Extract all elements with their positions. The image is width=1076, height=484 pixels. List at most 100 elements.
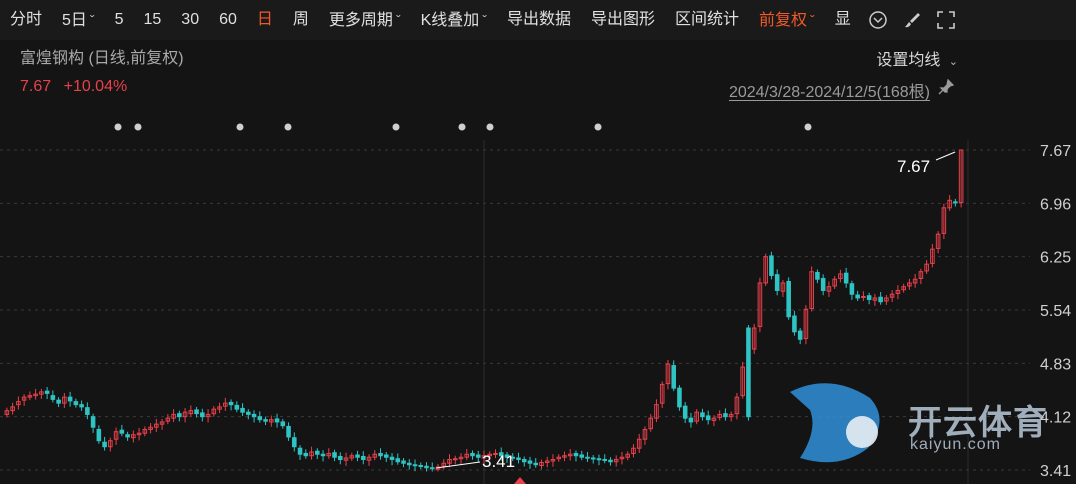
candle-body bbox=[102, 441, 107, 448]
candle-body bbox=[257, 416, 263, 421]
candle-body bbox=[579, 454, 585, 458]
candle-body bbox=[585, 456, 590, 459]
event-marker-icon bbox=[486, 123, 494, 131]
candle-body bbox=[246, 411, 251, 415]
candle-body bbox=[280, 421, 286, 427]
candle-body bbox=[383, 454, 389, 458]
candle-body bbox=[533, 462, 539, 466]
candle-body bbox=[792, 315, 797, 333]
candle-body bbox=[475, 454, 481, 458]
candle-body bbox=[682, 405, 688, 419]
y-tick-label: 4.83 bbox=[1040, 356, 1071, 373]
candle-body bbox=[843, 272, 849, 284]
candle-body bbox=[861, 295, 866, 298]
candle-body bbox=[79, 404, 84, 408]
candle-body bbox=[85, 407, 90, 415]
candle-body bbox=[378, 452, 383, 457]
candle-body bbox=[50, 395, 56, 400]
candle-body bbox=[90, 416, 96, 428]
candle-body bbox=[705, 415, 711, 421]
candle-body bbox=[200, 412, 205, 418]
candle-body bbox=[797, 330, 803, 340]
candle-body bbox=[602, 458, 608, 461]
candle-body bbox=[521, 458, 527, 463]
event-marker-icon bbox=[284, 123, 292, 131]
watermark-sub: kaiyun.com bbox=[910, 436, 1001, 453]
candle-body bbox=[240, 407, 245, 413]
candle-body bbox=[360, 455, 366, 460]
candle-body bbox=[56, 399, 61, 404]
candle-body bbox=[119, 429, 125, 434]
candle-body bbox=[73, 401, 79, 406]
candle-body bbox=[234, 404, 240, 410]
candle-body bbox=[769, 255, 774, 276]
candle-body bbox=[297, 447, 303, 455]
candle-body bbox=[953, 201, 958, 204]
candle-body bbox=[263, 419, 268, 422]
y-tick-label: 3.41 bbox=[1040, 463, 1071, 480]
candle-body bbox=[820, 277, 826, 291]
candle-body bbox=[596, 458, 602, 461]
candle-body bbox=[746, 327, 751, 418]
candle-body bbox=[274, 418, 280, 423]
candle-body bbox=[303, 452, 309, 457]
candle-body bbox=[177, 413, 182, 418]
candle-body bbox=[815, 271, 820, 280]
candle-body bbox=[608, 459, 613, 463]
watermark-ball-icon bbox=[846, 416, 878, 448]
y-tick-label: 6.96 bbox=[1040, 196, 1071, 213]
candle-body bbox=[671, 365, 676, 389]
high-annotation: 7.67 bbox=[897, 157, 930, 176]
candle-body bbox=[590, 457, 596, 460]
candle-body bbox=[292, 437, 297, 448]
candle-body bbox=[389, 456, 395, 460]
candle-body bbox=[320, 453, 326, 457]
event-marker-icon bbox=[114, 123, 122, 131]
candle-body bbox=[573, 452, 579, 457]
candle-body bbox=[452, 458, 458, 461]
candle-body bbox=[866, 295, 872, 300]
high-arrow bbox=[935, 151, 956, 161]
event-marker-icon bbox=[134, 123, 142, 131]
candle-body bbox=[429, 467, 435, 470]
candle-body bbox=[688, 417, 694, 423]
candle-body bbox=[677, 387, 682, 408]
candle-body bbox=[251, 413, 257, 418]
candle-body bbox=[67, 396, 73, 402]
candle-body bbox=[855, 294, 860, 299]
event-marker-icon bbox=[594, 123, 602, 131]
candle-body bbox=[401, 460, 406, 464]
candle-body bbox=[516, 457, 521, 460]
candle-body bbox=[774, 274, 780, 291]
event-marker-icon bbox=[458, 123, 466, 131]
candle-body bbox=[286, 425, 291, 438]
candle-body bbox=[338, 455, 343, 460]
event-marker-icon bbox=[392, 123, 400, 131]
candle-body bbox=[723, 413, 728, 418]
y-tick-label: 6.25 bbox=[1040, 250, 1071, 267]
candle-body bbox=[424, 465, 429, 469]
candle-body bbox=[395, 458, 401, 463]
event-marker-icon bbox=[804, 123, 812, 131]
candle-body bbox=[44, 390, 50, 394]
candle-body bbox=[786, 280, 791, 318]
candle-body bbox=[878, 296, 883, 303]
candle-body bbox=[332, 452, 337, 458]
signal-marker-icon bbox=[514, 477, 526, 484]
candle-body bbox=[96, 428, 102, 442]
y-tick-label: 7.67 bbox=[1040, 143, 1071, 160]
candle-body bbox=[355, 454, 360, 458]
candle-body bbox=[228, 401, 234, 406]
candle-body bbox=[412, 464, 418, 467]
candle-body bbox=[125, 434, 130, 438]
candle-body bbox=[849, 283, 855, 295]
low-annotation: 3.41 bbox=[482, 452, 515, 471]
event-marker-icon bbox=[236, 123, 244, 131]
candle-body bbox=[700, 412, 705, 418]
y-tick-label: 5.54 bbox=[1040, 303, 1071, 320]
candle-body bbox=[194, 409, 199, 415]
candle-body bbox=[406, 462, 412, 466]
candle-body bbox=[527, 460, 533, 464]
candle-body bbox=[470, 452, 475, 457]
candle-body bbox=[315, 450, 320, 455]
